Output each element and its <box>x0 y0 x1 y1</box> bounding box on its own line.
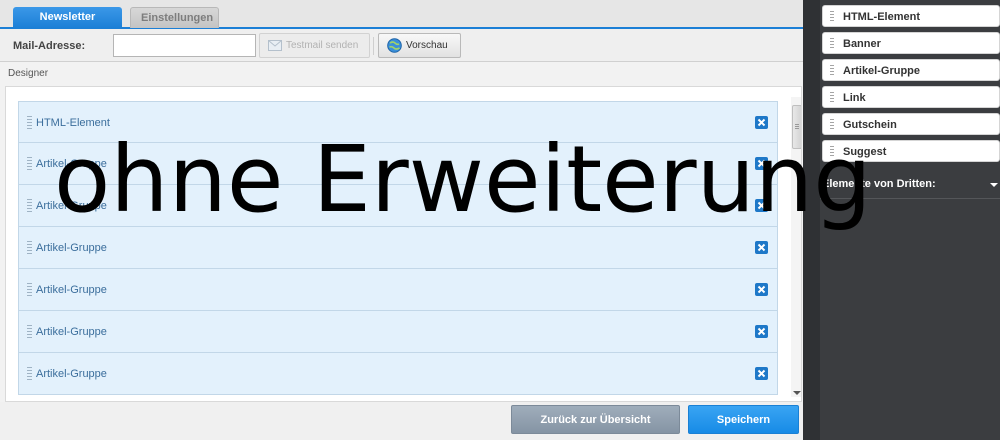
mail-icon <box>268 40 282 51</box>
drag-handle-icon[interactable] <box>830 38 834 50</box>
remove-item-button[interactable] <box>755 283 768 296</box>
scroll-down-arrow-icon[interactable] <box>793 391 801 395</box>
palette-item[interactable]: Banner <box>822 32 1000 54</box>
palette-item-label: Banner <box>843 38 881 50</box>
tab-newsletter-editor[interactable]: Newsletter Editor <box>13 7 122 43</box>
palette-item[interactable]: Artikel-Gruppe <box>822 59 1000 81</box>
palette-item-label: Artikel-Gruppe <box>843 65 921 77</box>
drag-handle-icon[interactable] <box>27 367 32 381</box>
designer-item-label: Artikel-Gruppe <box>36 326 107 338</box>
drag-handle-icon[interactable] <box>27 116 32 130</box>
chevron-down-icon[interactable] <box>990 183 998 187</box>
designer-item[interactable]: Artikel-Gruppe <box>18 269 778 311</box>
mail-address-input[interactable] <box>113 34 256 57</box>
palette-item-label: Link <box>843 92 866 104</box>
back-to-overview-button[interactable]: Zurück zur Übersicht <box>511 405 680 434</box>
drag-handle-icon[interactable] <box>27 241 32 255</box>
toolbar-separator <box>373 37 374 55</box>
tab-einstellungen[interactable]: Einstellungen <box>130 7 219 28</box>
drag-handle-icon[interactable] <box>27 283 32 297</box>
drag-handle-icon[interactable] <box>27 325 32 339</box>
close-icon <box>757 369 766 378</box>
drag-handle-icon[interactable] <box>27 157 32 171</box>
overlay-caption: ohne Erweiterung <box>54 126 872 233</box>
drag-handle-icon[interactable] <box>830 92 834 104</box>
palette-item-label: HTML-Element <box>843 11 920 23</box>
globe-icon <box>387 38 402 53</box>
designer-item[interactable]: Artikel-Gruppe <box>18 311 778 353</box>
drag-handle-icon[interactable] <box>830 11 834 23</box>
designer-item[interactable]: Artikel-Gruppe <box>18 353 778 395</box>
save-button[interactable]: Speichern <box>688 405 799 434</box>
toolbar: Mail-Adresse: Testmail senden Vorschau <box>0 29 803 62</box>
footer-bar: Zurück zur Übersicht Speichern <box>0 402 803 440</box>
tab-bar: Newsletter Editor Einstellungen <box>0 0 803 43</box>
designer-item-label: Artikel-Gruppe <box>36 284 107 296</box>
drag-handle-icon[interactable] <box>27 199 32 213</box>
designer-item-label: Artikel-Gruppe <box>36 368 107 380</box>
preview-label: Vorschau <box>406 40 448 51</box>
send-testmail-button[interactable]: Testmail senden <box>259 33 370 58</box>
close-icon <box>757 327 766 336</box>
remove-item-button[interactable] <box>755 367 768 380</box>
palette-item[interactable]: Link <box>822 86 1000 108</box>
drag-handle-icon[interactable] <box>830 65 834 77</box>
remove-item-button[interactable] <box>755 325 768 338</box>
designer-label: Designer <box>8 68 49 79</box>
send-testmail-label: Testmail senden <box>286 40 359 51</box>
close-icon <box>757 285 766 294</box>
mail-address-label: Mail-Adresse: <box>13 40 86 52</box>
preview-button[interactable]: Vorschau <box>378 33 461 58</box>
palette-item[interactable]: HTML-Element <box>822 5 1000 27</box>
